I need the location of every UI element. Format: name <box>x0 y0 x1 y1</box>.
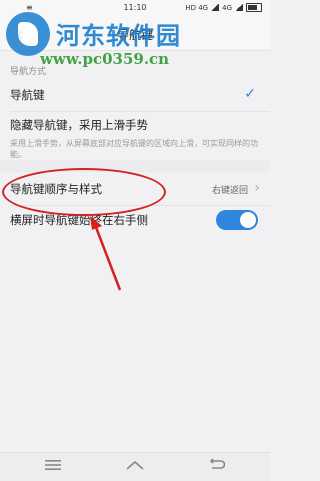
landscape-toggle[interactable] <box>216 210 258 230</box>
chevron-right-icon: › <box>254 180 260 196</box>
option-hide-navigation-keys[interactable]: 隐藏导航键，采用上滑手势 <box>0 112 270 140</box>
network-label-2: 4G <box>222 3 232 12</box>
item-value: 右键返回 <box>211 186 248 196</box>
battery-icon <box>246 3 262 12</box>
navigation-order-style-item[interactable]: 导航键顺序与样式 右键返回 › <box>0 174 270 204</box>
option-label: 隐藏导航键，采用上滑手势 <box>10 118 148 132</box>
title-bar: ‹ 导航键 <box>0 18 270 51</box>
system-nav-bar <box>0 452 270 481</box>
signal-icon-2 <box>235 4 243 11</box>
section-label: 导航方式 <box>10 67 47 77</box>
checkmark-icon: ✓ <box>244 86 256 102</box>
signal-icon <box>211 4 220 11</box>
option-label: 导航键 <box>10 88 45 102</box>
status-bar: ≡ 11:10 HD 4G 4G <box>0 0 270 18</box>
menu-icon[interactable] <box>38 457 68 477</box>
back-icon[interactable] <box>202 457 232 477</box>
item-label: 横屏时导航键始终在右手侧 <box>10 213 148 227</box>
page-title: 导航键 <box>116 28 153 42</box>
option-navigation-keys[interactable]: 导航键 ✓ <box>0 80 270 110</box>
landscape-right-side-item: 横屏时导航键始终在右手侧 <box>0 206 270 234</box>
network-label: HD 4G <box>185 3 209 12</box>
watermark-url: www.pc0359.cn <box>40 50 170 68</box>
home-icon[interactable] <box>120 457 150 477</box>
item-label: 导航键顺序与样式 <box>10 182 102 196</box>
section-gap <box>0 160 270 172</box>
option-description: 采用上滑手势，从屏幕底部对应导航键的区域向上滑，可实现同样的功能。 <box>10 139 258 159</box>
status-indicators: HD 4G 4G <box>185 3 262 12</box>
